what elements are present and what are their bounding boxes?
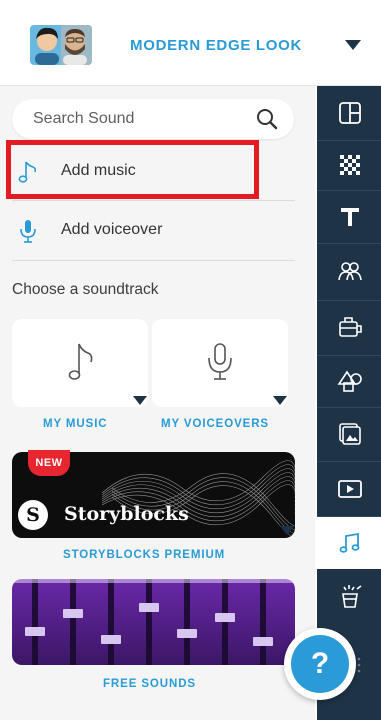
- mixer-graphic: [12, 579, 295, 665]
- video-icon[interactable]: [337, 476, 363, 502]
- chevron-down-icon[interactable]: [280, 526, 294, 535]
- layout-icon[interactable]: [337, 100, 363, 126]
- my-voiceovers-caption[interactable]: MY VOICEOVERS: [161, 418, 269, 430]
- add-voiceover-label: Add voiceover: [61, 221, 163, 238]
- storyblocks-logo: S: [18, 500, 48, 530]
- briefcase-icon[interactable]: [337, 314, 363, 340]
- music-icon[interactable]: [337, 530, 363, 556]
- storyblocks-caption[interactable]: STORYBLOCKS PREMIUM: [63, 549, 225, 561]
- divider: [317, 516, 381, 517]
- storyblocks-brand: Storyblocks: [64, 503, 189, 525]
- two-person-avatar-icon: [30, 25, 92, 65]
- help-button[interactable]: ?: [284, 628, 356, 700]
- divider: [317, 300, 381, 301]
- divider: [317, 461, 381, 462]
- tool-rail: [317, 86, 381, 720]
- text-icon[interactable]: [337, 204, 363, 230]
- search-box[interactable]: Search Sound: [12, 99, 294, 139]
- avatar[interactable]: [30, 25, 92, 65]
- chevron-down-icon[interactable]: [273, 396, 287, 405]
- images-icon[interactable]: [337, 421, 363, 447]
- divider: [317, 355, 381, 356]
- search-input[interactable]: Search Sound: [33, 110, 134, 128]
- divider: [317, 190, 381, 191]
- project-title[interactable]: MODERN EDGE LOOK: [130, 37, 302, 54]
- my-voiceovers-tile[interactable]: [152, 319, 288, 407]
- storyblocks-logo-letter: S: [26, 504, 40, 526]
- free-sounds-caption[interactable]: FREE SOUNDS: [103, 678, 196, 690]
- search-icon[interactable]: [256, 108, 278, 130]
- divider: [317, 243, 381, 244]
- highlight-box: [6, 140, 259, 199]
- help-label: ?: [291, 635, 349, 693]
- my-music-tile[interactable]: [12, 319, 148, 407]
- chevron-down-icon[interactable]: [133, 396, 147, 405]
- texture-icon[interactable]: [337, 152, 363, 178]
- chevron-down-icon[interactable]: [345, 40, 361, 50]
- people-icon[interactable]: [337, 258, 363, 284]
- section-label: Choose a soundtrack: [12, 281, 159, 298]
- new-badge: NEW: [28, 450, 70, 476]
- divider: [317, 140, 381, 141]
- microphone-icon: [20, 220, 36, 243]
- more-options-icon[interactable]: [357, 655, 361, 675]
- top-header: MODERN EDGE LOOK: [0, 0, 381, 86]
- shapes-icon[interactable]: [337, 368, 363, 394]
- my-music-caption[interactable]: MY MUSIC: [43, 418, 108, 430]
- free-sounds-banner[interactable]: [12, 579, 295, 665]
- divider: [12, 200, 295, 201]
- effects-icon[interactable]: [337, 583, 363, 609]
- music-note-icon: [68, 343, 93, 380]
- microphone-icon: [208, 343, 232, 380]
- divider: [317, 407, 381, 408]
- add-voiceover-button[interactable]: Add voiceover: [0, 203, 296, 259]
- divider: [12, 260, 295, 261]
